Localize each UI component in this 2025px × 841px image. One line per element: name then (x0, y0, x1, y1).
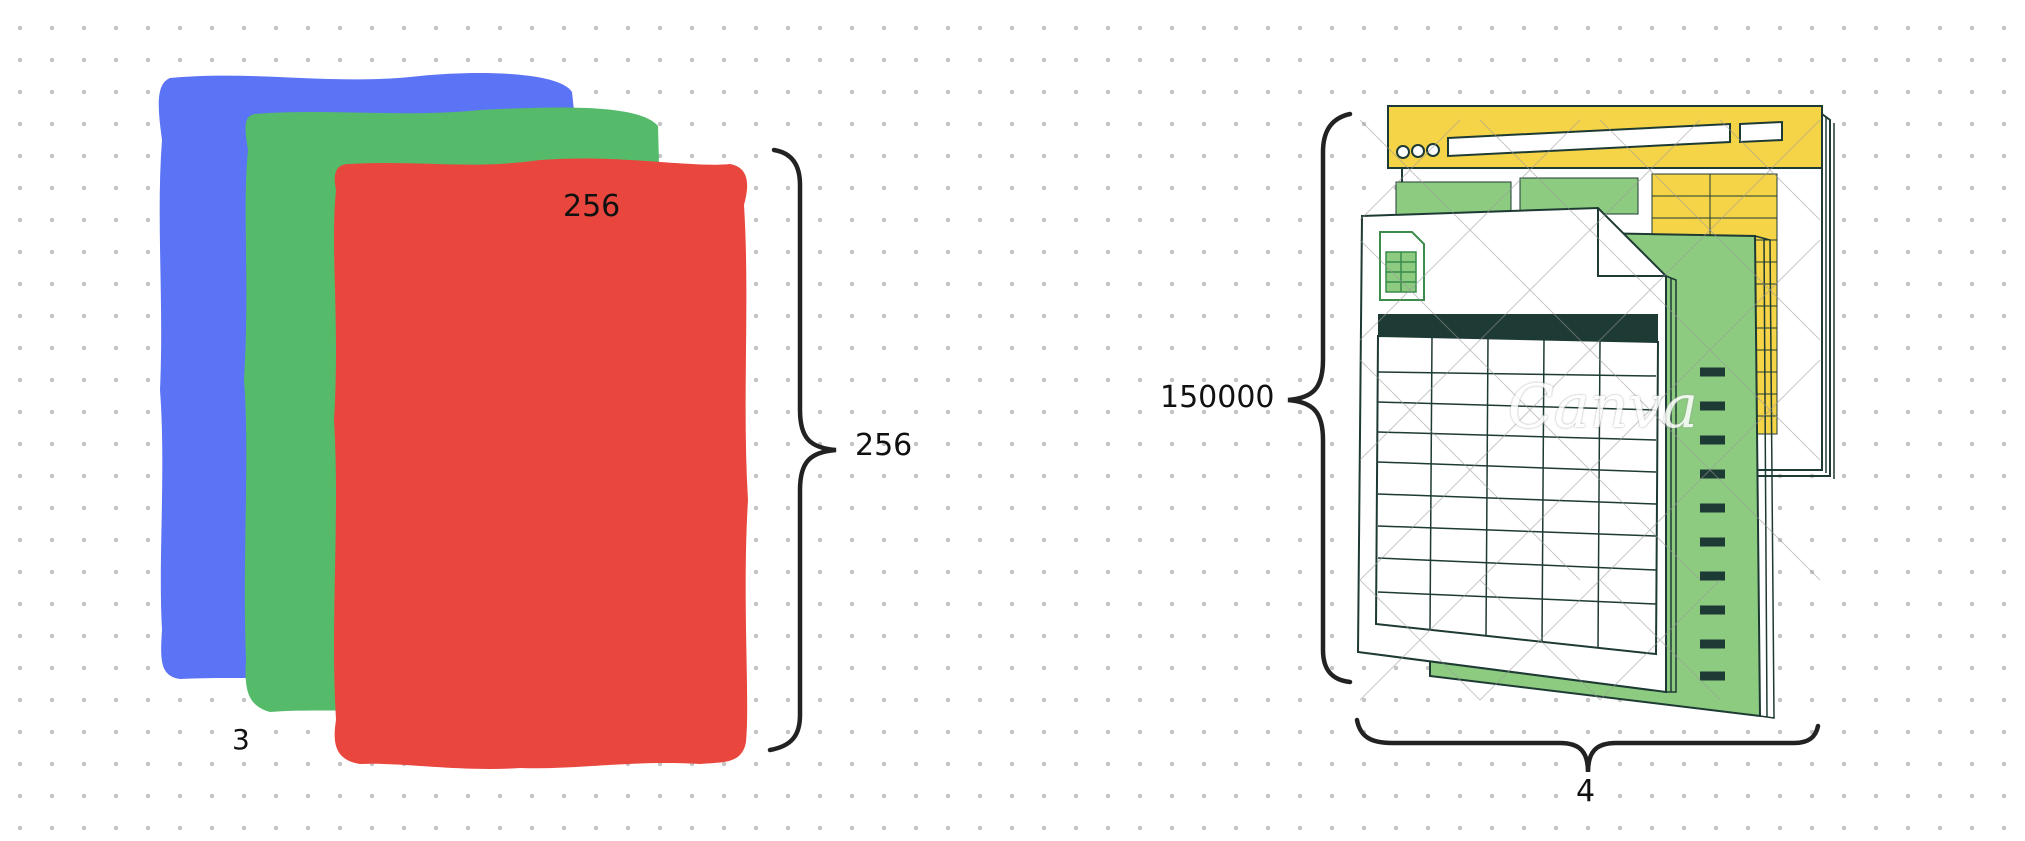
watermark-text: Canva (1508, 372, 1698, 442)
height-brace (767, 147, 837, 753)
red-channel-layer (334, 158, 748, 769)
width-label: 256 (563, 189, 621, 224)
rows-label: 150000 (1160, 380, 1275, 415)
rows-brace (1287, 111, 1353, 685)
height-label: 256 (855, 428, 913, 463)
columns-label: 4 (1576, 774, 1596, 809)
spreadsheet-document-icon (1356, 206, 1677, 694)
columns-brace (1354, 717, 1821, 773)
diagram-canvas (158, 73, 1835, 773)
channels-label: 3 (232, 723, 250, 756)
